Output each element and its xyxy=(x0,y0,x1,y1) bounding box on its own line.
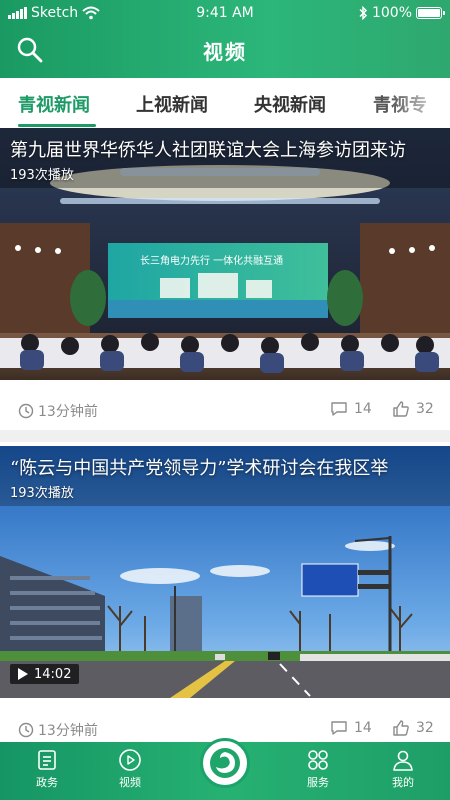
active-tab-indicator xyxy=(18,124,96,127)
nav-label: 服务 xyxy=(307,776,329,789)
bottom-navigation: 政务 视频 服务 我的 xyxy=(0,738,450,800)
duration-badge: 14:02 xyxy=(10,664,80,684)
banner-text: 长三角电力先行 一体化共融互通 xyxy=(140,256,284,267)
app-logo-icon xyxy=(210,748,240,778)
thumbs-up-icon xyxy=(393,401,409,417)
play-icon xyxy=(18,668,28,680)
time-info: 13分钟前 xyxy=(18,401,98,421)
play-circle-icon xyxy=(119,749,141,771)
comment-button[interactable]: 14 xyxy=(330,401,372,417)
bluetooth-icon xyxy=(359,6,368,20)
video-duration: 14:02 xyxy=(34,666,72,682)
play-count: 193次播放 xyxy=(10,168,74,183)
comment-count: 14 xyxy=(354,401,372,417)
video-card[interactable]: “陈云与中国共产党领导力”学术研讨会在我区举 193次播放 14:02 13分钟… xyxy=(0,446,450,742)
top-header: Sketch 9:41 AM 100% 视频 xyxy=(0,0,450,78)
card-divider xyxy=(0,430,450,442)
status-right: 100% xyxy=(358,5,445,21)
nav-label: 政务 xyxy=(36,776,58,789)
comment-icon xyxy=(331,721,347,735)
clock-icon xyxy=(18,722,34,738)
battery-percent: 100% xyxy=(371,5,412,21)
video-title[interactable]: “陈云与中国共产党领导力”学术研讨会在我区举 xyxy=(10,454,442,480)
video-card[interactable]: 长三角电力先行 一体化共融互通 第九届世界华侨华人社团联谊大会上海参访团来访 1… xyxy=(0,128,450,442)
video-meta: 13分钟前 14 32 xyxy=(0,395,450,425)
nav-item-government[interactable]: 政务 xyxy=(17,748,77,790)
category-tabs: 青视新闻 上视新闻 央视新闻 青视专 xyxy=(0,78,450,128)
nav-item-home[interactable] xyxy=(200,738,250,788)
like-count: 32 xyxy=(416,720,434,736)
nav-item-mine[interactable]: 我的 xyxy=(373,748,433,790)
nav-label: 我的 xyxy=(392,776,414,789)
video-thumbnail[interactable]: 长三角电力先行 一体化共融互通 第九届世界华侨华人社团联谊大会上海参访团来访 1… xyxy=(0,128,450,380)
status-bar: Sketch 9:41 AM 100% xyxy=(0,0,450,28)
document-icon xyxy=(38,750,56,770)
comment-count: 14 xyxy=(354,720,372,736)
video-title[interactable]: 第九届世界华侨华人社团联谊大会上海参访团来访 xyxy=(10,136,442,162)
video-thumbnail[interactable]: “陈云与中国共产党领导力”学术研讨会在我区举 193次播放 14:02 xyxy=(0,446,450,698)
thumbs-up-icon xyxy=(393,720,409,736)
nav-item-service[interactable]: 服务 xyxy=(288,748,348,790)
battery-icon xyxy=(416,7,445,19)
tab-qingshi-news[interactable]: 青视新闻 xyxy=(18,91,90,117)
comment-icon xyxy=(331,402,347,416)
like-button[interactable]: 32 xyxy=(392,401,434,417)
clock-icon xyxy=(18,403,34,419)
time-info: 13分钟前 xyxy=(18,720,98,740)
time-ago: 13分钟前 xyxy=(38,723,98,739)
user-icon xyxy=(393,750,413,771)
like-button[interactable]: 32 xyxy=(392,720,434,736)
play-count: 193次播放 xyxy=(10,486,74,501)
comment-button[interactable]: 14 xyxy=(330,720,372,736)
tab-yangshi-news[interactable]: 央视新闻 xyxy=(254,91,326,117)
nav-item-video[interactable]: 视频 xyxy=(100,748,160,790)
page-title: 视频 xyxy=(203,40,247,64)
tab-shangshi-news[interactable]: 上视新闻 xyxy=(136,91,208,117)
tab-fade-overlay xyxy=(390,78,450,128)
time-ago: 13分钟前 xyxy=(38,404,98,420)
nav-label: 视频 xyxy=(119,776,141,789)
like-count: 32 xyxy=(416,401,434,417)
grid-icon xyxy=(308,750,328,770)
